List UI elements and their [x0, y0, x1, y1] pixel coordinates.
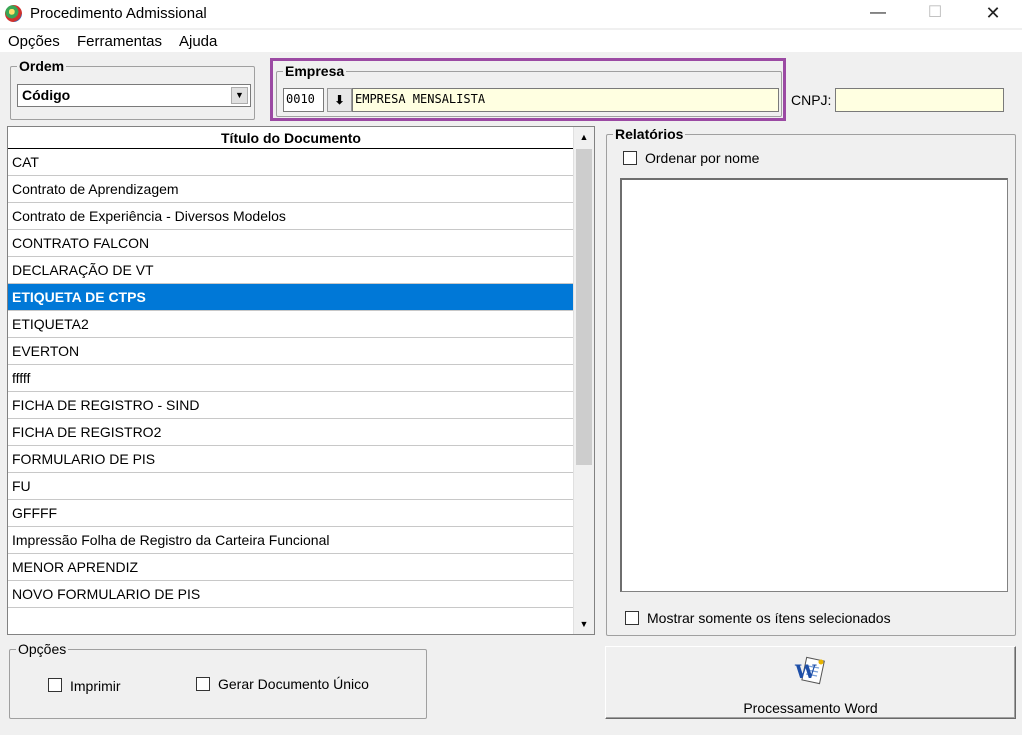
document-list[interactable]: Título do Documento CAT Contrato de Apren… [7, 126, 595, 635]
document-list-item[interactable]: NOVO FORMULARIO DE PIS [8, 581, 574, 608]
imprimir-label: Imprimir [70, 678, 121, 694]
document-list-item[interactable]: FORMULARIO DE PIS [8, 446, 574, 473]
column-header-titulo[interactable]: Título do Documento [8, 127, 574, 149]
cnpj-field[interactable] [835, 88, 1004, 112]
word-document-icon: W [794, 656, 825, 685]
minimize-button[interactable]: — [855, 0, 901, 28]
vertical-scrollbar[interactable]: ▲ ▼ [573, 127, 594, 634]
relatorios-legend: Relatórios [615, 126, 684, 142]
sort-by-name-label: Ordenar por nome [645, 150, 760, 166]
window-title: Procedimento Admissional [30, 5, 207, 22]
sort-by-name-checkbox[interactable] [623, 151, 637, 165]
single-doc-checkbox[interactable] [196, 677, 210, 691]
scroll-thumb[interactable] [576, 149, 592, 465]
document-list-item[interactable]: MENOR APRENDIZ [8, 554, 574, 581]
show-selected-label: Mostrar somente os ítens selecionados [647, 610, 891, 626]
document-list-item[interactable]: FICHA DE REGISTRO - SIND [8, 392, 574, 419]
relatorios-list[interactable] [620, 178, 1008, 592]
svg-text:W: W [794, 661, 817, 683]
document-rows: CAT Contrato de Aprendizagem Contrato de E… [8, 149, 574, 634]
single-doc-label: Gerar Documento Único [218, 676, 369, 692]
document-list-item[interactable]: Contrato de Aprendizagem [8, 176, 574, 203]
document-list-item[interactable]: EVERTON [8, 338, 574, 365]
document-list-item[interactable]: Contrato de Experiência - Diversos Model… [8, 203, 574, 230]
menu-opcoes[interactable]: Opções [8, 33, 60, 50]
cnpj-label: CNPJ: [791, 92, 832, 108]
processamento-word-button[interactable]: W Processamento Word [605, 646, 1016, 719]
document-list-item[interactable]: Impressão Folha de Registro da Carteira … [8, 527, 574, 554]
scroll-down-icon[interactable]: ▼ [574, 614, 594, 634]
ordem-legend: Ordem [19, 58, 65, 74]
menu-ajuda[interactable]: Ajuda [179, 33, 217, 50]
document-list-item[interactable]: GFFFF [8, 500, 574, 527]
dropdown-arrow-icon[interactable]: ▼ [231, 87, 248, 104]
app-icon [5, 5, 22, 22]
ordem-selected-value: Código [22, 87, 71, 103]
document-list-item[interactable]: DECLARAÇÃO DE VT [8, 257, 574, 284]
processamento-word-label: Processamento Word [743, 700, 878, 716]
document-list-item[interactable]: CAT [8, 149, 574, 176]
close-button[interactable]: ✕ [970, 0, 1016, 28]
document-list-item[interactable]: ETIQUETA2 [8, 311, 574, 338]
ordem-select[interactable]: Código ▼ [17, 84, 251, 107]
show-selected-checkbox[interactable] [625, 611, 639, 625]
document-list-item[interactable]: CONTRATO FALCON [8, 230, 574, 257]
scroll-up-icon[interactable]: ▲ [574, 127, 594, 147]
highlight-box [270, 58, 786, 121]
document-list-item[interactable]: FU [8, 473, 574, 500]
maximize-button[interactable]: ☐ [912, 0, 958, 28]
opcoes-legend: Opções [18, 641, 67, 657]
imprimir-checkbox[interactable] [48, 678, 62, 692]
document-list-item[interactable]: FICHA DE REGISTRO2 [8, 419, 574, 446]
menu-bar: Opções Ferramentas Ajuda [0, 30, 1022, 52]
document-list-item[interactable]: ETIQUETA DE CTPS [8, 284, 574, 311]
document-list-item[interactable] [8, 608, 574, 634]
document-list-item[interactable]: fffff [8, 365, 574, 392]
menu-ferramentas[interactable]: Ferramentas [77, 33, 162, 50]
title-bar: Procedimento Admissional — ☐ ✕ [0, 0, 1022, 28]
